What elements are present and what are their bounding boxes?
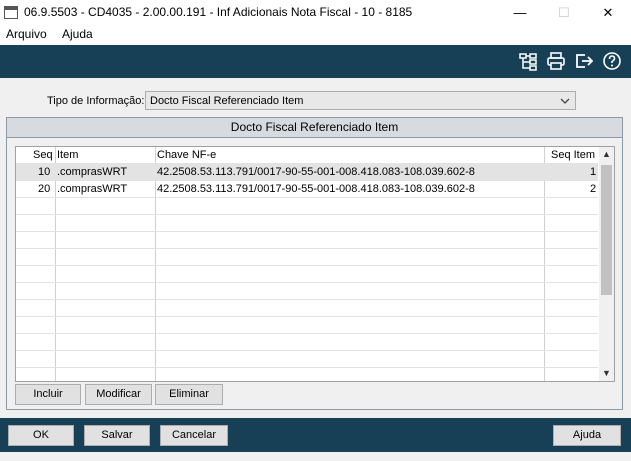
- tipo-informacao-select[interactable]: Docto Fiscal Referenciado Item: [145, 91, 576, 110]
- cell-item: .comprasWRT: [57, 183, 128, 195]
- grid-vertical-scrollbar[interactable]: ▲ ▼: [599, 147, 614, 381]
- app-window-icon: [4, 6, 18, 19]
- menu-bar: Arquivo Ajuda: [0, 25, 631, 45]
- docto-fiscal-group: Docto Fiscal Referenciado Item Seq Item …: [6, 117, 623, 410]
- table-row[interactable]: [16, 232, 598, 249]
- printer-icon[interactable]: [546, 51, 566, 71]
- table-row[interactable]: [16, 266, 598, 283]
- ajuda-button[interactable]: Ajuda: [553, 425, 621, 446]
- tipo-informacao-value: Docto Fiscal Referenciado Item: [150, 95, 304, 107]
- title-bar: 06.9.5503 - CD4035 - 2.00.00.191 - Inf A…: [0, 0, 631, 25]
- modificar-button[interactable]: Modificar: [85, 384, 152, 405]
- table-row[interactable]: [16, 368, 598, 381]
- eliminar-button[interactable]: Eliminar: [155, 384, 223, 405]
- exit-icon[interactable]: [574, 51, 594, 71]
- cell-seq-item: 1: [590, 166, 597, 178]
- table-row[interactable]: [16, 283, 598, 300]
- table-row[interactable]: 10 .comprasWRT 42.2508.53.113.791/0017-9…: [16, 164, 598, 181]
- menu-arquivo[interactable]: Arquivo: [6, 27, 47, 41]
- header-seq-item[interactable]: Seq Item: [551, 149, 595, 161]
- scroll-up-arrow-icon[interactable]: ▲: [599, 147, 614, 162]
- scrollbar-thumb[interactable]: [601, 165, 612, 295]
- cell-item: .comprasWRT: [57, 166, 128, 178]
- incluir-button[interactable]: Incluir: [15, 384, 81, 405]
- close-button[interactable]: ✕: [585, 0, 631, 25]
- items-grid[interactable]: Seq Item Chave NF-e Seq Item 10 .compras…: [15, 146, 615, 382]
- cancelar-button[interactable]: Cancelar: [160, 425, 228, 446]
- table-row[interactable]: [16, 249, 598, 266]
- window-title: 06.9.5503 - CD4035 - 2.00.00.191 - Inf A…: [24, 5, 413, 19]
- tipo-informacao-label: Tipo de Informação:: [47, 95, 145, 107]
- menu-ajuda[interactable]: Ajuda: [62, 27, 93, 41]
- header-seq[interactable]: Seq: [33, 149, 53, 161]
- cell-seq: 10: [38, 166, 51, 178]
- tree-structure-icon[interactable]: [518, 51, 538, 71]
- help-icon[interactable]: [602, 51, 622, 71]
- table-row[interactable]: 20 .comprasWRT 42.2508.53.113.791/0017-9…: [16, 181, 598, 198]
- table-row[interactable]: [16, 334, 598, 351]
- table-row[interactable]: [16, 351, 598, 368]
- grid-header: Seq Item Chave NF-e Seq Item: [16, 147, 598, 164]
- table-row[interactable]: [16, 300, 598, 317]
- group-title: Docto Fiscal Referenciado Item: [7, 118, 622, 138]
- table-row[interactable]: [16, 317, 598, 334]
- toolbar: [0, 45, 631, 78]
- minimize-button[interactable]: —: [497, 0, 543, 25]
- table-row[interactable]: [16, 198, 598, 215]
- ok-button[interactable]: OK: [8, 425, 74, 446]
- chevron-down-icon[interactable]: [559, 94, 571, 108]
- cell-chave-nfe: 42.2508.53.113.791/0017-90-55-001-008.41…: [157, 166, 475, 178]
- header-chave-nfe[interactable]: Chave NF-e: [157, 149, 216, 161]
- cell-chave-nfe: 42.2508.53.113.791/0017-90-55-001-008.41…: [157, 183, 475, 195]
- cell-seq-item: 2: [590, 183, 597, 195]
- footer-bar: OK Salvar Cancelar Ajuda: [0, 418, 631, 452]
- header-item[interactable]: Item: [57, 149, 78, 161]
- salvar-button[interactable]: Salvar: [84, 425, 150, 446]
- scroll-down-arrow-icon[interactable]: ▼: [599, 366, 614, 381]
- cell-seq: 20: [38, 183, 51, 195]
- maximize-button[interactable]: ☐: [541, 0, 587, 25]
- table-row[interactable]: [16, 215, 598, 232]
- status-bar: [0, 452, 631, 461]
